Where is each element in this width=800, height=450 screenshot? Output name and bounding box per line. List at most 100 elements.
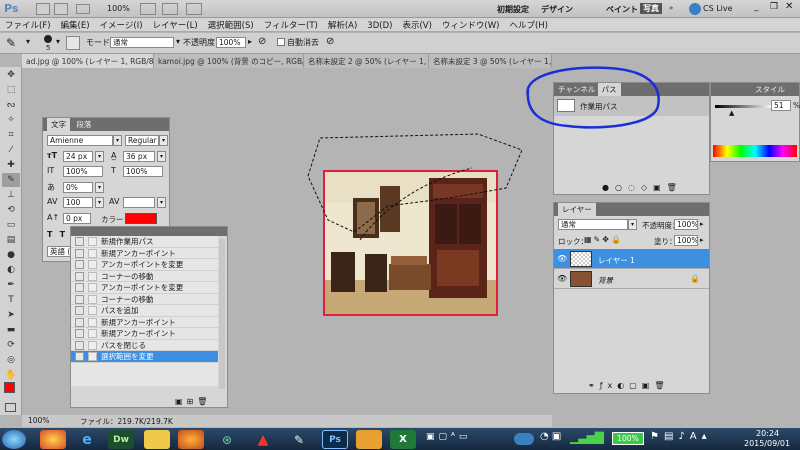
menu-layer[interactable]: レイヤー(L) <box>148 18 203 32</box>
history-snapshot-checkbox[interactable] <box>75 260 84 269</box>
mode-arrow-icon[interactable]: ▾ <box>176 37 180 46</box>
layers-actions[interactable]: ⚭ƒx◐▢▣🗑 <box>554 381 709 393</box>
workspace-default[interactable]: 初期設定 <box>497 4 529 15</box>
tab-layers[interactable]: レイヤー <box>558 203 596 216</box>
foreground-color-swatch[interactable] <box>4 382 15 393</box>
history-item[interactable]: コーナーの移動 <box>71 294 218 305</box>
workspace-photo[interactable]: 写真 <box>640 3 662 14</box>
firefox-icon[interactable] <box>178 430 204 449</box>
tsume-input[interactable]: 0% <box>63 182 93 193</box>
tracking-arrow-icon[interactable]: ▾ <box>95 197 104 208</box>
layer-row-layer1[interactable]: 👁 レイヤー 1 <box>554 249 709 269</box>
blur-tool-icon[interactable]: ● <box>2 248 20 262</box>
paint-icon[interactable]: ✎ <box>286 430 312 449</box>
font-size-input[interactable]: 24 px <box>63 151 93 162</box>
healing-tool-icon[interactable]: ✚ <box>2 158 20 172</box>
screen-mode-icon[interactable] <box>186 3 202 15</box>
history-item[interactable]: パスを閉じる <box>71 340 218 351</box>
quick-select-tool-icon[interactable]: ✧ <box>2 113 20 127</box>
history-item[interactable]: 新規アンカーポイント <box>71 328 218 340</box>
doc-tab-active[interactable]: ad.jpg @ 100% (レイヤー 1, RGB/8#) * <box>22 54 154 68</box>
clone-stamp-tool-icon[interactable]: ⊥ <box>2 188 20 202</box>
status-zoom[interactable]: 100% <box>28 416 49 425</box>
hand-tool-icon[interactable]: ✋ <box>2 368 20 382</box>
history-item[interactable]: アンカーポイントを変更 <box>71 259 218 271</box>
history-snapshot-checkbox[interactable] <box>75 306 84 315</box>
slider-thumb-icon[interactable]: ▲ <box>729 109 734 117</box>
history-snapshot-checkbox[interactable] <box>75 248 84 258</box>
image-viewer-icon[interactable] <box>356 430 382 449</box>
cslive-label[interactable]: CS Live <box>703 4 733 13</box>
history-snapshot-checkbox[interactable] <box>75 329 84 338</box>
menu-window[interactable]: ウィンドウ(W) <box>437 18 505 32</box>
text-color-swatch[interactable] <box>125 213 157 224</box>
fill-input[interactable]: 100% <box>674 235 698 246</box>
color-value-input[interactable]: 51 <box>771 100 791 111</box>
menu-view[interactable]: 表示(V) <box>397 18 436 32</box>
quick-mask-icon[interactable] <box>5 403 16 412</box>
opacity-input[interactable]: 100% <box>216 37 246 48</box>
menu-help[interactable]: ヘルプ(H) <box>504 18 553 32</box>
app-icon[interactable]: ⊛ <box>214 430 240 449</box>
font-family-arrow-icon[interactable]: ▾ <box>113 135 122 146</box>
workspace-design[interactable]: デザイン <box>541 4 573 15</box>
path-select-tool-icon[interactable]: ➤ <box>2 308 20 322</box>
visibility-eye-icon[interactable]: 👁 <box>557 254 567 263</box>
tab-style[interactable]: スタイル <box>715 85 785 94</box>
baseline-shift-input[interactable]: 0 px <box>63 213 91 224</box>
weather-icon[interactable] <box>514 433 534 445</box>
brush-panel-icon[interactable] <box>66 36 80 50</box>
lasso-tool-icon[interactable]: ᔓ <box>2 98 20 112</box>
eraser-tool-icon[interactable]: ▭ <box>2 218 20 232</box>
view-icon[interactable] <box>140 3 156 15</box>
menu-select[interactable]: 選択範囲(S) <box>203 18 259 32</box>
history-item[interactable]: 新規アンカーポイント <box>71 248 218 259</box>
minimize-button[interactable]: _ <box>754 2 759 12</box>
tab-paragraph[interactable]: 段落 <box>72 120 95 129</box>
marquee-tool-icon[interactable]: ⬚ <box>2 83 20 97</box>
history-brush-tool-icon[interactable]: ⟲ <box>2 203 20 217</box>
ie-icon[interactable]: e <box>74 430 100 449</box>
history-item[interactable]: パスを追加 <box>71 305 218 317</box>
arrange-icon[interactable] <box>162 3 178 15</box>
bridge-icon[interactable] <box>36 3 50 15</box>
tool-preset-arrow-icon[interactable]: ▾ <box>26 37 30 46</box>
history-snapshot-checkbox[interactable] <box>75 237 84 246</box>
move-tool-icon[interactable]: ✥ <box>2 68 20 82</box>
font-size-arrow-icon[interactable]: ▾ <box>95 151 104 162</box>
acrobat-icon[interactable]: ▲ <box>250 430 276 449</box>
photoshop-taskbar-icon[interactable]: Ps <box>322 430 348 449</box>
paths-actions[interactable]: ●○◌◇▣🗑 <box>602 183 683 192</box>
explorer-icon[interactable] <box>144 430 170 449</box>
lock-icons[interactable]: ▦✎✥🔒 <box>584 235 623 244</box>
leading-input[interactable]: 36 px <box>123 151 155 162</box>
layer-row-background[interactable]: 👁 背景 🔒 <box>554 269 709 289</box>
zoom-level[interactable]: 100% <box>107 4 130 13</box>
history-snapshot-checkbox[interactable] <box>75 352 84 361</box>
history-snapshot-checkbox[interactable] <box>75 271 84 281</box>
dreamweaver-icon[interactable]: Dw <box>108 430 134 449</box>
brush-picker-arrow-icon[interactable]: ▾ <box>56 37 60 46</box>
color-spectrum[interactable] <box>713 145 797 157</box>
kerning-input[interactable] <box>123 197 155 208</box>
gradient-tool-icon[interactable]: ▤ <box>2 233 20 247</box>
pen-tool-icon[interactable]: ✒ <box>2 278 20 292</box>
menu-file[interactable]: ファイル(F) <box>0 18 56 32</box>
fill-arrow-icon[interactable]: ▸ <box>700 236 704 244</box>
workspace-paint[interactable]: ペイント <box>606 4 638 15</box>
mode-select[interactable]: 通常 <box>110 37 174 48</box>
doc-tab[interactable]: kamoi.jpg @ 100% (背景 のコピー, RGB/8#) * <box>154 54 304 68</box>
history-snapshot-checkbox[interactable] <box>75 283 84 292</box>
close-button[interactable]: ✕ <box>785 1 793 12</box>
menu-analysis[interactable]: 解析(A) <box>323 18 362 32</box>
eyedropper-tool-icon[interactable]: ⁄ <box>2 143 20 157</box>
history-snapshot-checkbox[interactable] <box>75 317 84 327</box>
layer-opacity-input[interactable]: 100% <box>674 219 698 230</box>
brush-tip-icon[interactable] <box>44 35 52 43</box>
menu-edit[interactable]: 編集(E) <box>56 18 95 32</box>
dodge-tool-icon[interactable]: ◐ <box>2 263 20 277</box>
system-tray-icons[interactable]: ⚑▤♪A▴ <box>650 431 712 442</box>
leading-arrow-icon[interactable]: ▾ <box>157 151 166 162</box>
tracking-input[interactable]: 100 <box>63 197 93 208</box>
vertical-scale-input[interactable]: 100% <box>63 166 103 177</box>
